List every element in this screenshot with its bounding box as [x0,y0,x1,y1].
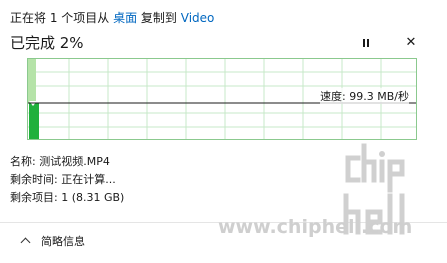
items-remaining: 剩余项目: 1 (8.31 GB) [10,191,125,204]
destination-folder-link[interactable]: Video [181,11,215,25]
source-folder-link[interactable]: 桌面 [113,11,137,25]
close-icon: ✕ [405,35,417,50]
file-name: 名称: 测试视频.MP4 [10,155,110,168]
chevron-up-icon [20,237,31,248]
copy-header: 正在将 1 个项目从 桌面 复制到 Video [10,9,214,26]
progress-status: 已完成 2% [10,34,84,52]
pause-icon-bar [367,39,369,47]
speed-label: 速度: 99.3 MB/秒 [320,88,409,104]
speed-bar [29,103,39,139]
pause-button[interactable] [357,35,375,53]
fewer-details-button[interactable]: 简略信息 [20,233,85,249]
copy-header-middle: 复制到 [137,11,181,25]
fewer-details-label: 简略信息 [41,235,85,248]
time-remaining: 剩余时间: 正在计算... [10,173,116,186]
transfer-speed-graph: 速度: 99.3 MB/秒 [27,58,417,140]
watermark-url: www.chiphell.com [218,216,413,238]
progress-fill [28,59,36,103]
copy-header-prefix: 正在将 1 个项目从 [10,11,114,25]
pause-icon [363,39,365,47]
close-button[interactable]: ✕ [402,34,420,52]
copy-progress-dialog: 正在将 1 个项目从 桌面 复制到 Video 已完成 2% ✕ 速度: 99.… [0,0,447,263]
